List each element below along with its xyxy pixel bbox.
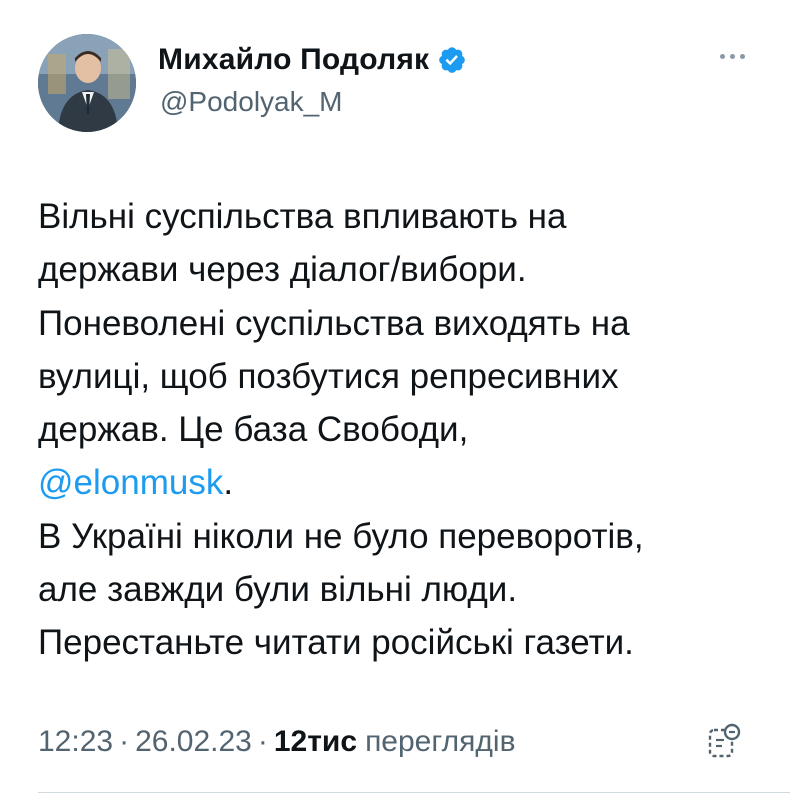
avatar-photo <box>38 34 136 132</box>
tweet-line: держави через діалог/вибори. <box>38 250 527 290</box>
separator: · <box>257 725 268 758</box>
author-handle[interactable]: @Podolyak_M <box>160 86 343 118</box>
tweet-card: Михайло Подоляк @Podolyak_M Вільні суспі… <box>0 0 790 800</box>
dot <box>719 53 725 59</box>
avatar[interactable] <box>38 34 136 132</box>
dot <box>729 53 735 59</box>
tweet-text: Вільні суспільства впливають на держави … <box>38 190 768 670</box>
tweet-line: Поневолені суспільства виходять на <box>38 303 630 343</box>
verified-badge-icon <box>437 45 467 75</box>
tweet-line: вулиці, щоб позбутися репресивних <box>38 356 619 396</box>
tweet-line: Вільні суспільства впливають на <box>38 197 567 236</box>
tweet-time[interactable]: 12:23 <box>38 725 113 759</box>
analytics-icon[interactable] <box>702 720 742 764</box>
views-count: 12тис <box>273 725 358 758</box>
tweet-line: Перестаньте читати російські газети. <box>38 623 634 663</box>
separator: · <box>119 725 130 758</box>
views-label: переглядів <box>365 725 516 758</box>
dot <box>739 53 745 59</box>
tweet-meta: 12:23 · 26.02.23 · 12тис переглядів <box>38 720 516 764</box>
mention-punctuation: . <box>223 463 234 503</box>
divider <box>38 792 790 793</box>
more-dots-icon[interactable] <box>712 46 752 66</box>
tweet-line: але завжди були вільні люди. <box>38 570 518 610</box>
tweet-line: держав. Це база Свободи, <box>38 410 469 450</box>
tweet-line: В Україні ніколи не було переворотів, <box>38 516 644 556</box>
author-row: Михайло Подоляк <box>158 40 467 80</box>
tweet-date[interactable]: 26.02.23 <box>135 725 252 759</box>
mention-link[interactable]: @elonmusk <box>38 463 223 502</box>
tweet-line-mention: @elonmusk. <box>38 456 768 509</box>
display-name[interactable]: Михайло Подоляк <box>158 43 429 77</box>
